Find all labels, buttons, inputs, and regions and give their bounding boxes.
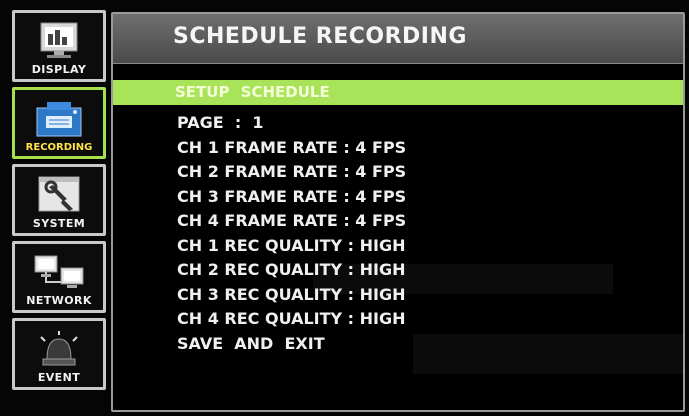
menu-item-ch1-rec-quality[interactable]: CH 1 REC QUALITY : HIGH xyxy=(177,234,406,259)
menu-item-page[interactable]: PAGE : 1 xyxy=(177,111,406,136)
sidebar-item-label: DISPLAY xyxy=(31,63,87,76)
system-icon xyxy=(29,175,89,215)
settings-list: PAGE : 1 CH 1 FRAME RATE : 4 FPS CH 2 FR… xyxy=(177,111,406,356)
recording-icon xyxy=(29,98,89,138)
title-bar: SCHEDULE RECORDING xyxy=(113,14,683,64)
sidebar-item-recording[interactable]: RECORDING xyxy=(12,87,106,159)
menu-item-ch4-frame-rate[interactable]: CH 4 FRAME RATE : 4 FPS xyxy=(177,209,406,234)
sidebar-item-label: SYSTEM xyxy=(32,217,86,230)
background-band xyxy=(413,334,683,374)
sidebar-item-display[interactable]: DISPLAY xyxy=(12,10,106,82)
display-icon xyxy=(29,21,89,61)
menu-item-ch2-frame-rate[interactable]: CH 2 FRAME RATE : 4 FPS xyxy=(177,160,406,185)
sidebar-item-event[interactable]: EVENT xyxy=(12,318,106,390)
sidebar: DISPLAY RECORDING SYSTEM NETWORK EVENT xyxy=(6,10,106,410)
menu-item-ch2-rec-quality[interactable]: CH 2 REC QUALITY : HIGH xyxy=(177,258,406,283)
save-and-exit-button[interactable]: SAVE AND EXIT xyxy=(177,332,406,357)
event-icon xyxy=(29,329,89,369)
menu-item-ch1-frame-rate[interactable]: CH 1 FRAME RATE : 4 FPS xyxy=(177,136,406,161)
menu-item-setup-schedule[interactable]: SETUP SCHEDULE xyxy=(113,80,683,105)
page-title: SCHEDULE RECORDING xyxy=(173,24,467,49)
sidebar-item-system[interactable]: SYSTEM xyxy=(12,164,106,236)
dvr-menu-screen: DISPLAY RECORDING SYSTEM NETWORK EVENT S… xyxy=(0,0,689,416)
main-panel: SCHEDULE RECORDING SETUP SCHEDULE PAGE :… xyxy=(111,12,685,412)
menu-item-ch3-frame-rate[interactable]: CH 3 FRAME RATE : 4 FPS xyxy=(177,185,406,210)
sidebar-item-network[interactable]: NETWORK xyxy=(12,241,106,313)
sidebar-item-label: EVENT xyxy=(37,371,81,384)
network-icon xyxy=(29,252,89,292)
sidebar-item-label: NETWORK xyxy=(26,294,92,307)
menu-item-ch4-rec-quality[interactable]: CH 4 REC QUALITY : HIGH xyxy=(177,307,406,332)
menu-item-ch3-rec-quality[interactable]: CH 3 REC QUALITY : HIGH xyxy=(177,283,406,308)
menu-item-label: SETUP SCHEDULE xyxy=(175,83,330,101)
sidebar-item-label: RECORDING xyxy=(25,142,93,153)
